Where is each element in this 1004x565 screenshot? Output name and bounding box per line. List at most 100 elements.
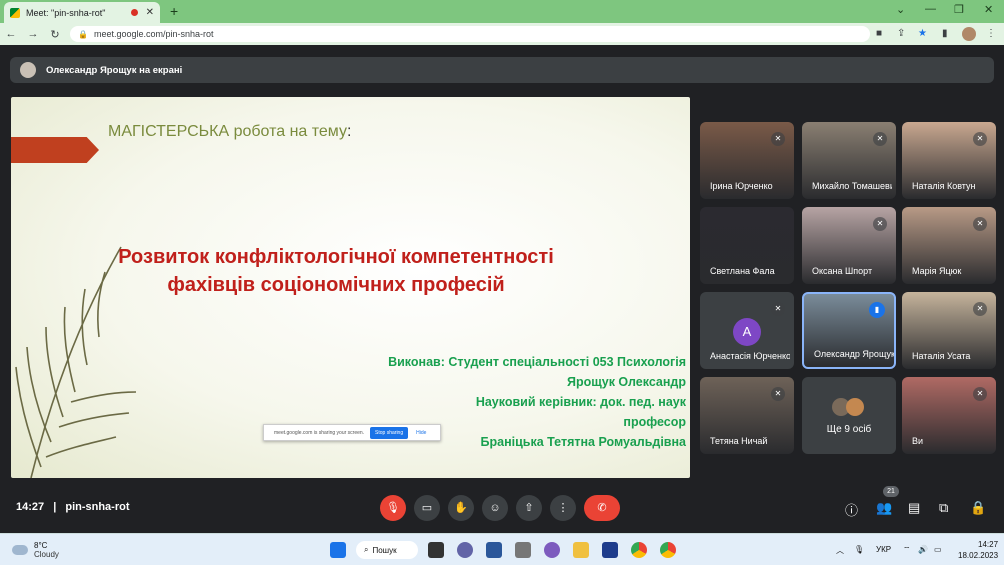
teams-icon[interactable] [457, 542, 473, 558]
participant-tile[interactable]: Михайло Томашевич ✕ [802, 122, 896, 199]
camera-button[interactable]: ▭ [414, 495, 440, 521]
meet-favicon-icon [10, 7, 20, 18]
restore-button[interactable]: ❐ [954, 3, 964, 16]
participant-tile[interactable]: Тетяна Ничай ✕ [700, 377, 794, 454]
task-view-icon[interactable] [428, 542, 444, 558]
participant-name: Марія Яцюк [912, 266, 962, 276]
tray-mic-icon[interactable]: 🎙 [854, 545, 864, 554]
meeting-info: 14:27 | pin-snha-rot [16, 501, 130, 513]
system-clock[interactable]: 14:27 18.02.2023 [958, 539, 998, 561]
url-bar[interactable]: 🔒 meet.google.com/pin-snha-rot [70, 26, 870, 42]
calculator-icon[interactable] [515, 542, 531, 558]
meeting-time: 14:27 [16, 501, 45, 513]
menu-dots-icon[interactable]: ⋮ [986, 28, 996, 39]
participant-name: Олександр Ярощук [814, 349, 894, 359]
url-text: meet.google.com/pin-snha-rot [93, 29, 214, 39]
participant-tile[interactable]: Ще 9 осіб [802, 377, 896, 454]
taskbar-search[interactable]: ⌕ Пошук [356, 541, 418, 559]
close-window-button[interactable]: ✕ [984, 3, 993, 16]
forward-icon[interactable]: → [22, 28, 44, 40]
mic-muted-icon: ✕ [973, 217, 987, 231]
participant-tile[interactable]: А Анастасія Юрченко ✕ [700, 292, 794, 369]
weather-temp: 8°C [34, 541, 48, 550]
cloud-icon [12, 545, 28, 555]
tray-chevron-icon[interactable]: ︿ [836, 545, 844, 556]
mic-off-button[interactable]: 🎙 [380, 495, 406, 521]
battery-icon[interactable]: ▭ [934, 545, 942, 554]
participant-name: Светлана Фала [710, 266, 775, 276]
start-icon[interactable] [330, 542, 346, 558]
meet-tab[interactable]: Meet: "pin-snha-rot" ✕ [4, 2, 160, 23]
chat-icon[interactable]: ▤ [908, 500, 920, 516]
tab-close-icon[interactable]: ✕ [146, 7, 154, 18]
hide-notice-link[interactable]: Hide [416, 430, 426, 436]
mic-muted-icon: ✕ [973, 302, 987, 316]
tab-search-icon[interactable]: ⌄ [896, 3, 905, 16]
participant-name: Наталія Ковтун [912, 181, 976, 191]
bookmark-star-icon[interactable]: ★ [918, 28, 927, 39]
chrome-icon[interactable] [631, 542, 647, 558]
mic-muted-icon: ✕ [973, 132, 987, 146]
more-options-button[interactable]: ⋮ [550, 495, 576, 521]
mic-muted-icon: ✕ [771, 387, 785, 401]
keyboard-language[interactable]: УКР [876, 545, 891, 554]
reload-icon[interactable]: ↻ [44, 28, 66, 41]
chrome-profile-icon[interactable] [660, 542, 676, 558]
participant-tile[interactable]: Светлана Фала [700, 207, 794, 284]
address-toolbar: ← → ↻ 🔒 meet.google.com/pin-snha-rot ■ ⇪… [0, 23, 1004, 45]
new-tab-button[interactable]: + [170, 3, 178, 19]
presenter-avatar [20, 62, 36, 78]
volume-icon[interactable]: 🔊 [918, 545, 928, 554]
participant-tile[interactable]: Оксана Шпорт ✕ [802, 207, 896, 284]
speaking-indicator-icon: ▮ [869, 302, 885, 318]
participant-name: Оксана Шпорт [812, 266, 873, 276]
mic-muted-icon: ✕ [973, 387, 987, 401]
more-participants-label: Ще 9 осіб [826, 424, 872, 435]
weather-widget[interactable]: 8°C Cloudy [12, 541, 59, 559]
share-icon[interactable]: ⇪ [897, 28, 905, 39]
participant-tile[interactable]: Марія Яцюк ✕ [902, 207, 996, 284]
profile-avatar[interactable] [962, 27, 976, 41]
people-icon[interactable]: 👥 [876, 500, 892, 516]
windows-taskbar: 8°C Cloudy ⌕ Пошук ︿ 🎙 УКР ⌔ 🔊 ▭ 14:27 18… [0, 533, 1004, 565]
store-icon[interactable] [602, 542, 618, 558]
file-explorer-icon[interactable] [573, 542, 589, 558]
presenter-name: Олександр Ярощук на екрані [46, 64, 183, 76]
reactions-button[interactable]: ☺ [482, 495, 508, 521]
activities-icon[interactable]: ⧉ [939, 500, 948, 516]
word-icon[interactable] [486, 542, 502, 558]
meeting-code: pin-snha-rot [65, 501, 130, 513]
viber-icon[interactable] [544, 542, 560, 558]
participant-initial-avatar: А [733, 318, 761, 346]
more-avatar [846, 398, 864, 416]
stop-sharing-button[interactable]: Stop sharing [370, 426, 409, 439]
participant-tile[interactable]: Наталія Ковтун ✕ [902, 122, 996, 199]
camera-icon[interactable]: ■ [876, 28, 882, 39]
slide-main-title: Розвиток конфліктологічної компетентност… [118, 246, 554, 296]
participant-name: Михайло Томашевич [812, 181, 892, 191]
recording-indicator-icon [130, 9, 138, 16]
participant-name: Тетяна Ничай [710, 436, 768, 446]
title-arrow-shape [11, 137, 99, 163]
participant-tile[interactable]: Олександр Ярощук ▮ [802, 292, 896, 369]
back-icon[interactable]: ← [0, 28, 22, 40]
raise-hand-button[interactable]: ✋ [448, 495, 474, 521]
participant-tile[interactable]: Ірина Юрченко ✕ [700, 122, 794, 199]
host-controls-icon[interactable]: 🔒 [970, 500, 986, 516]
present-screen-button[interactable]: ⇧ [516, 495, 542, 521]
mic-muted-icon: ✕ [771, 132, 785, 146]
side-panel-icon[interactable]: ▮ [942, 28, 948, 39]
minimize-button[interactable]: — [925, 3, 936, 15]
participant-name: Наталія Усата [912, 351, 971, 361]
leave-call-button[interactable]: ✆ [584, 495, 620, 521]
participant-tile[interactable]: Ви ✕ [902, 377, 996, 454]
mic-muted-icon: ✕ [873, 132, 887, 146]
presenter-bar: Олександр Ярощук на екрані [10, 57, 994, 83]
mic-muted-icon: ✕ [771, 302, 785, 316]
wifi-icon[interactable]: ⌔ [903, 545, 911, 555]
screen-share-notice: meet.google.com is sharing your screen. … [263, 424, 441, 441]
meeting-details-icon[interactable]: ⓘ [845, 500, 858, 519]
participant-name: Ірина Юрченко [710, 181, 773, 191]
slide-topic: МАГІСТЕРСЬКА робота на тему: [108, 123, 352, 140]
participant-tile[interactable]: Наталія Усата ✕ [902, 292, 996, 369]
